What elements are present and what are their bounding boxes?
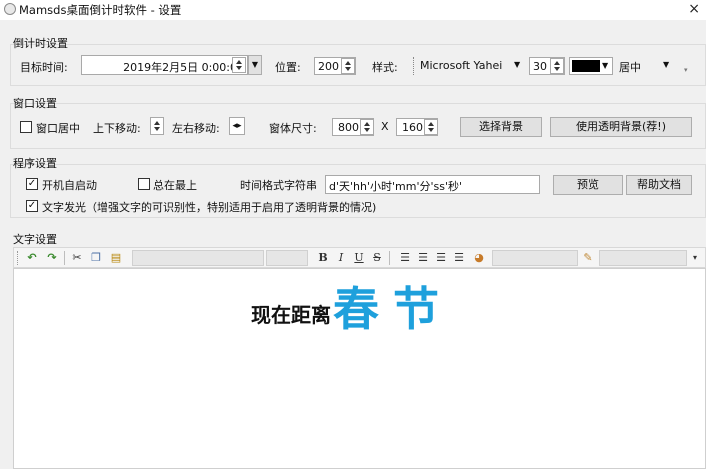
autostart-label: 开机自启动 (42, 179, 97, 192)
countdown-group-title: 倒计时设置 (13, 37, 68, 50)
time-format-input[interactable]: d'天'hh'小时'mm'分'ss'秒' (325, 175, 540, 194)
font-select[interactable]: Microsoft Yahei ▼ (413, 57, 525, 75)
redo-icon[interactable]: ↷ (44, 250, 60, 266)
help-button[interactable]: 帮助文档 (626, 175, 692, 195)
window-center-label: 窗口居中 (36, 122, 80, 135)
editor-text-large: 春节 (333, 282, 453, 336)
toolbar-separator (64, 251, 65, 265)
autostart-checkbox[interactable]: ✓ (26, 178, 38, 190)
toolbar-separator (389, 251, 390, 265)
transparent-background-button[interactable]: 使用透明背景(荐!) (550, 117, 692, 137)
font-size-combo[interactable] (266, 250, 308, 266)
font-dropdown-icon: ▼ (514, 60, 521, 69)
window-title: Mamsds桌面倒计时软件 - 设置 (19, 3, 182, 17)
align-dropdown-icon[interactable]: ▼ (663, 60, 669, 69)
position-value: 200 (318, 60, 339, 73)
target-time-input[interactable]: 2019年2月5日 0:00:00 (81, 55, 248, 75)
editor-toolbar: ↶ ↷ ✂ ❐ ▤ B I U S ☰ ☰ ☰ ☰ ◕ ✎ ▾ (13, 247, 706, 268)
target-time-dropdown-icon[interactable]: ▼ (248, 55, 262, 75)
cut-icon[interactable]: ✂ (69, 250, 85, 266)
move-leftright-label: 左右移动: (172, 122, 220, 135)
window-height-spinner[interactable] (424, 119, 438, 135)
topmost-label: 总在最上 (153, 179, 197, 192)
position-spinner[interactable] (341, 58, 355, 74)
move-updown-label: 上下移动: (93, 122, 141, 135)
time-format-value: d'天'hh'小时'mm'分'ss'秒' (329, 180, 463, 193)
target-time-spinner[interactable] (232, 57, 246, 73)
italic-icon[interactable]: I (333, 250, 349, 266)
close-icon[interactable]: × (688, 1, 700, 17)
font-value: Microsoft Yahei (420, 59, 503, 72)
toolbar-grip (17, 251, 19, 265)
preview-button[interactable]: 预览 (553, 175, 623, 195)
window-group-title: 窗口设置 (13, 97, 57, 110)
brush-icon[interactable]: ✎ (580, 250, 596, 266)
time-format-label: 时间格式字符串 (240, 179, 317, 192)
move-updown-spinner[interactable] (150, 117, 164, 135)
align-value[interactable]: 居中 (619, 59, 641, 75)
editor-text-small: 现在距离 (251, 303, 331, 327)
align-center-icon[interactable]: ☰ (415, 250, 431, 266)
palette-icon[interactable]: ◕ (471, 250, 487, 266)
size-x-label: X (381, 120, 389, 133)
undo-icon[interactable]: ↶ (24, 250, 40, 266)
color-combo[interactable] (492, 250, 578, 266)
topmost-checkbox[interactable] (138, 178, 150, 190)
window-width-value: 800 (338, 121, 359, 134)
color-dropdown-icon: ▼ (602, 61, 609, 70)
window-height-value: 160 (402, 121, 423, 134)
text-editor[interactable]: 现在距离 春节 (13, 268, 706, 469)
paste-icon[interactable]: ▤ (108, 250, 124, 266)
overflow-icon[interactable]: ▾ (684, 66, 688, 74)
color-picker[interactable]: ▼ (569, 57, 613, 75)
align-left-icon[interactable]: ☰ (397, 250, 413, 266)
glow-checkbox[interactable]: ✓ (26, 200, 38, 212)
target-time-value: 2019年2月5日 0:00:00 (123, 61, 244, 74)
toolbar-overflow-icon[interactable]: ▾ (687, 250, 703, 266)
app-icon (4, 3, 16, 15)
font-family-combo[interactable] (132, 250, 264, 266)
font-size-value: 30 (533, 60, 547, 73)
align-justify-icon[interactable]: ☰ (451, 250, 467, 266)
choose-background-button[interactable]: 选择背景 (460, 117, 542, 137)
window-width-spinner[interactable] (360, 119, 374, 135)
font-size-spinner[interactable] (550, 58, 564, 74)
color-swatch (572, 60, 600, 72)
strikethrough-icon[interactable]: S (369, 250, 385, 266)
glow-label: 文字发光（增强文字的可识别性，特别适用于启用了透明背景的情况) (42, 201, 377, 214)
underline-icon[interactable]: U (351, 250, 367, 266)
copy-icon[interactable]: ❐ (88, 250, 104, 266)
background-combo[interactable] (599, 250, 687, 266)
move-leftright-spinner[interactable]: ◂▸ (229, 117, 245, 135)
window-center-checkbox[interactable] (20, 121, 32, 133)
position-label: 位置: (275, 61, 301, 74)
target-time-label: 目标时间: (20, 61, 68, 74)
align-right-icon[interactable]: ☰ (433, 250, 449, 266)
style-label: 样式: (372, 61, 398, 74)
bold-icon[interactable]: B (315, 250, 331, 266)
program-group-title: 程序设置 (13, 157, 57, 170)
text-group-title: 文字设置 (13, 233, 57, 246)
window-size-label: 窗体尺寸: (269, 122, 317, 135)
